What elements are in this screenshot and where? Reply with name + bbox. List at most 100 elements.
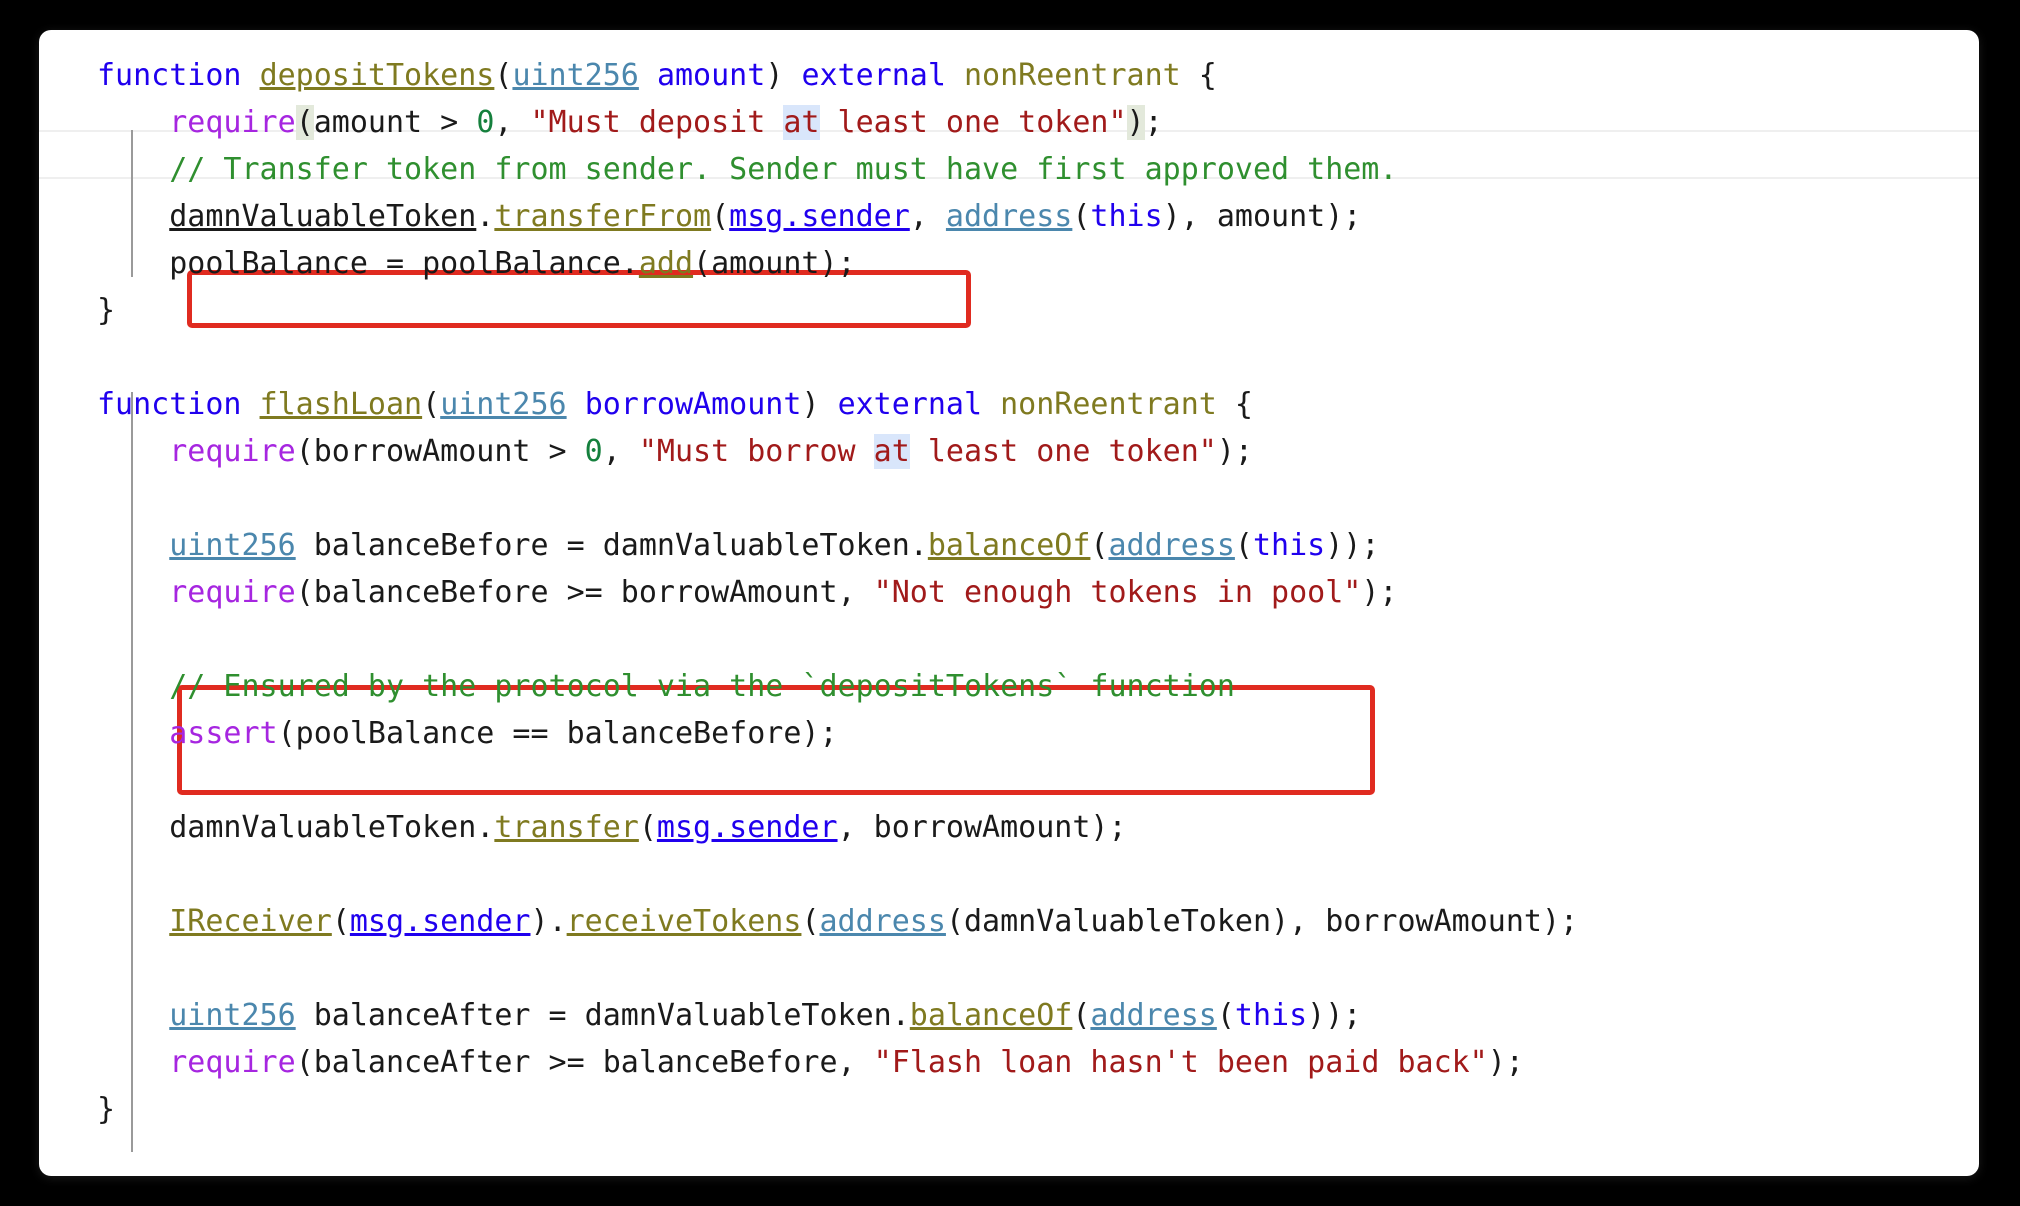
- occurrence-highlight-at: at: [873, 434, 910, 469]
- keyword-function: function: [97, 387, 260, 422]
- code-line-7-blank: [39, 334, 1979, 381]
- var-amount: amount: [313, 105, 423, 140]
- code-line-22: require(balanceAfter >= balanceBefore, "…: [39, 1039, 1979, 1086]
- args-token-borrowAmount: (damnValuableToken), borrowAmount);: [945, 904, 1579, 939]
- method-balanceOf: balanceOf: [927, 528, 1091, 563]
- code-line-19: IReceiver(msg.sender).receiveTokens(addr…: [39, 898, 1979, 945]
- method-transfer: transfer: [494, 810, 639, 845]
- punct-dot: .: [909, 528, 928, 563]
- keyword-this: this: [1234, 998, 1308, 1033]
- punct-close-semicolon: );: [1325, 199, 1362, 234]
- code-line-11: uint256 balanceBefore = damnValuableToke…: [39, 522, 1979, 569]
- builtin-assert: assert: [169, 716, 278, 751]
- code-line-15: assert(poolBalance == balanceBefore);: [39, 710, 1979, 757]
- object-damnValuableToken: damnValuableToken: [169, 810, 477, 845]
- punct-dot: .: [476, 199, 495, 234]
- bracket-match-close: ): [1126, 105, 1145, 140]
- punct-close-paren: ): [801, 387, 838, 422]
- code-editor-viewport[interactable]: function depositTokens(uint256 amount) e…: [39, 30, 1979, 1176]
- comment-ensured-by-protocol: // Ensured by the protocol via the `depo…: [169, 669, 1235, 704]
- punct-open-paren: (: [711, 199, 730, 234]
- punct-close-brace: }: [97, 293, 116, 328]
- punct-open-paren: (: [638, 810, 657, 845]
- punct-open-paren: (: [494, 58, 513, 93]
- type-address: address: [1090, 998, 1217, 1033]
- code-line-16-blank: [39, 757, 1979, 804]
- operator-gt: >: [422, 105, 477, 140]
- condition-borrowAmount: (borrowAmount >: [295, 434, 585, 469]
- condition-balanceAfter: (balanceAfter >= balanceBefore,: [295, 1045, 874, 1080]
- code-line-4: damnValuableToken.transferFrom(msg.sende…: [39, 193, 1979, 240]
- punct-open-paren: (: [801, 904, 820, 939]
- var-amount: amount: [1216, 199, 1326, 234]
- type-address: address: [1108, 528, 1235, 563]
- string-must-deposit-part1: "Must deposit: [530, 105, 784, 140]
- args-amount: (amount);: [693, 246, 856, 281]
- code-line-5: poolBalance = poolBalance.add(amount);: [39, 240, 1979, 287]
- code-line-18-blank: [39, 851, 1979, 898]
- punct-close-brace: }: [97, 1092, 116, 1127]
- keyword-function: function: [97, 58, 260, 93]
- punct-open-paren: (: [1090, 528, 1109, 563]
- method-balanceOf: balanceOf: [909, 998, 1073, 1033]
- builtin-require: require: [169, 105, 296, 140]
- punct-open-paren: (: [1072, 199, 1091, 234]
- modifier-nonReentrant: nonReentrant: [1000, 387, 1217, 422]
- punct-open-paren: (: [331, 904, 350, 939]
- code-line-20-blank: [39, 945, 1979, 992]
- string-must-deposit-part2: least one token": [819, 105, 1127, 140]
- assignment-balanceAfter: balanceAfter = damnValuableToken: [295, 998, 892, 1033]
- type-address: address: [945, 199, 1073, 234]
- code-line-14: // Ensured by the protocol via the `depo…: [39, 663, 1979, 710]
- punct-close-semicolon: );: [1487, 1045, 1524, 1080]
- punct-comma: ,: [602, 434, 639, 469]
- punct-comma: ,: [909, 199, 946, 234]
- code-block[interactable]: function depositTokens(uint256 amount) e…: [39, 52, 1979, 1133]
- method-add: add: [638, 246, 694, 281]
- args-borrowAmount: , borrowAmount);: [837, 810, 1127, 845]
- punct-open-paren: (: [1216, 998, 1235, 1033]
- string-flash-loan-not-paid: "Flash loan hasn't been paid back": [873, 1045, 1488, 1080]
- code-line-8: function flashLoan(uint256 borrowAmount)…: [39, 381, 1979, 428]
- type-uint256: uint256: [169, 528, 296, 563]
- assignment-balanceBefore: balanceBefore = damnValuableToken: [295, 528, 910, 563]
- punct-close: ));: [1307, 998, 1362, 1033]
- punct-open-paren: (: [1072, 998, 1091, 1033]
- type-uint256: uint256: [440, 387, 567, 422]
- punct-dot: .: [548, 904, 567, 939]
- punct-open-brace: {: [1180, 58, 1217, 93]
- punct-semicolon: ;: [1144, 105, 1163, 140]
- punct-close-paren: ): [530, 904, 549, 939]
- string-not-enough-tokens: "Not enough tokens in pool": [873, 575, 1362, 610]
- code-line-13-blank: [39, 616, 1979, 663]
- keyword-this: this: [1090, 199, 1163, 234]
- punct-open-paren: (: [422, 387, 441, 422]
- assert-condition: (poolBalance == balanceBefore);: [277, 716, 838, 751]
- number-zero: 0: [476, 105, 495, 140]
- condition-balance-check: (balanceBefore >= borrowAmount,: [295, 575, 874, 610]
- code-line-1: function depositTokens(uint256 amount) e…: [39, 52, 1979, 99]
- comment-transfer-token: // Transfer token from sender. Sender mu…: [169, 152, 1398, 187]
- param-amount: amount: [656, 58, 766, 93]
- object-msg-sender: msg.sender: [729, 199, 910, 234]
- punct-close-semicolon: );: [1216, 434, 1253, 469]
- code-line-3: // Transfer token from sender. Sender mu…: [39, 146, 1979, 193]
- object-damnValuableToken: damnValuableToken: [169, 199, 477, 234]
- type-address: address: [819, 904, 946, 939]
- builtin-require: require: [169, 575, 296, 610]
- function-name-depositTokens: depositTokens: [259, 58, 495, 93]
- punct-close-paren: ): [765, 58, 802, 93]
